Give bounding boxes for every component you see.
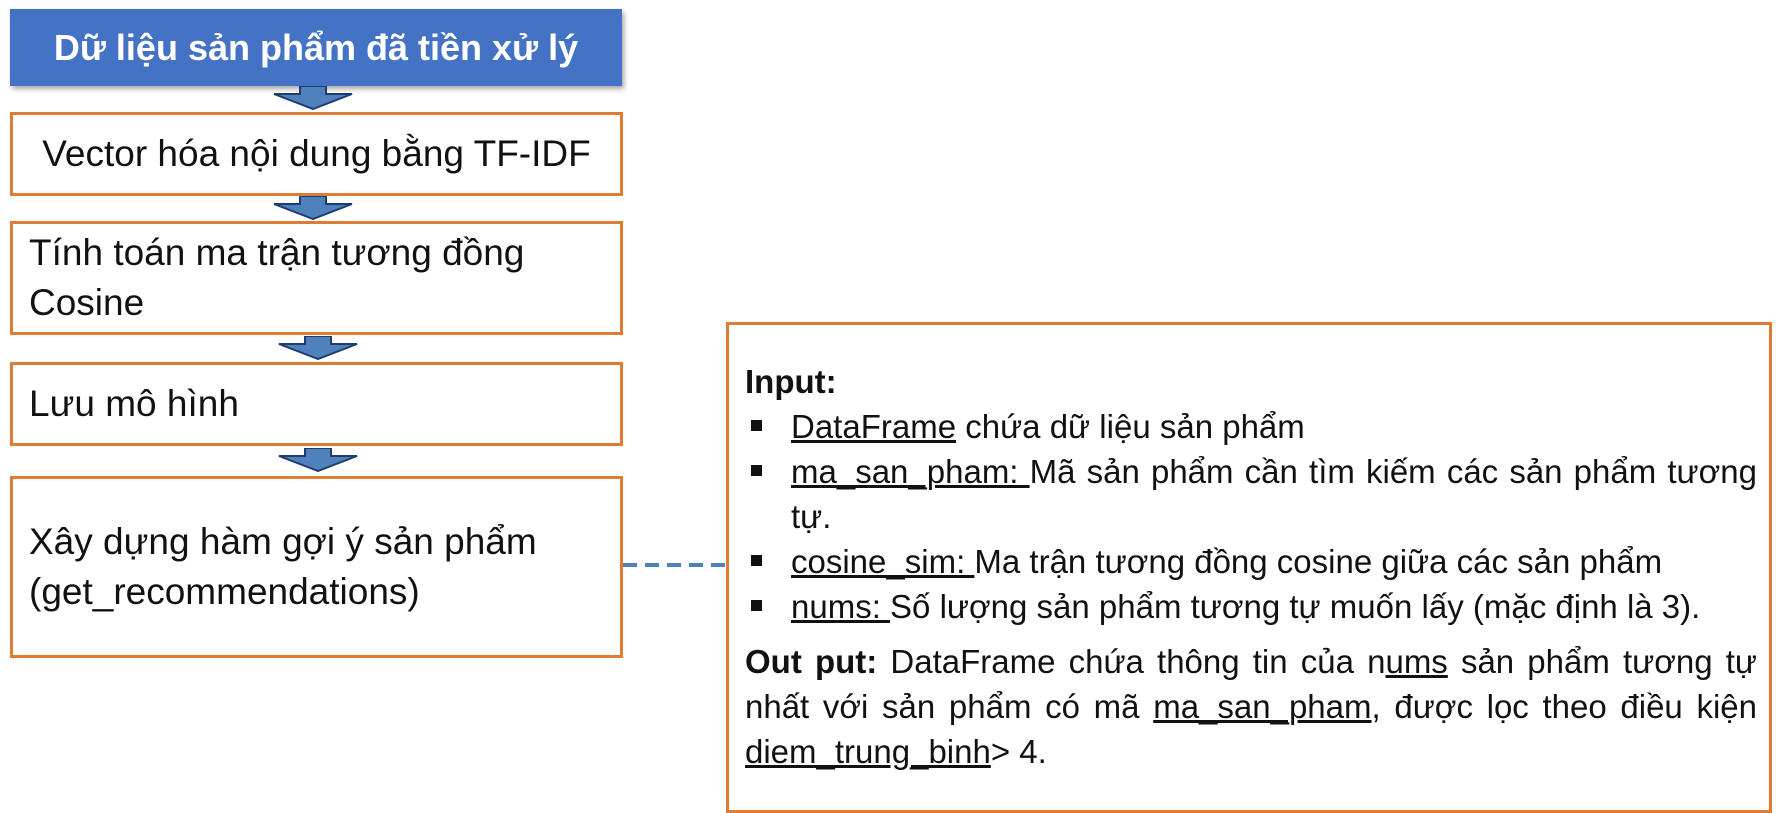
input-list: DataFrame chứa dữ liệu sản phẩm ma_san_p…	[745, 404, 1757, 629]
list-item: nums: Số lượng sản phẩm tương tự muốn lấ…	[745, 584, 1757, 629]
output-text: , được lọc theo điều kiện	[1371, 688, 1757, 725]
step-save-model: Lưu mô hình	[10, 362, 623, 446]
function-info-box: Input: DataFrame chứa dữ liệu sản phẩm m…	[726, 322, 1772, 813]
step-cosine-line2: Cosine	[29, 282, 145, 323]
bullet-square-icon	[751, 555, 762, 566]
output-code-term: ma_san_pham	[1153, 688, 1372, 725]
step-cosine-matrix: Tính toán ma trận tương đồng Cosine	[10, 221, 623, 335]
output-label: Out put:	[745, 643, 878, 680]
param-term: cosine_sim:	[791, 543, 975, 580]
param-term: ma_san_pham:	[791, 453, 1030, 490]
flow-header-label: Dữ liệu sản phẩm đã tiền xử lý	[53, 26, 579, 68]
bullet-square-icon	[751, 600, 762, 611]
step-recommend-line2: (get_recommendations)	[29, 571, 420, 612]
output-description: Out put: DataFrame chứa thông tin của nu…	[745, 639, 1757, 774]
step-cosine-line1: Tính toán ma trận tương đồng	[29, 232, 525, 273]
param-desc: Ma trận tương đồng cosine giữa các sản p…	[974, 543, 1663, 580]
bullet-square-icon	[751, 465, 762, 476]
output-nums-term: ums	[1385, 643, 1448, 680]
output-text: DataFrame chứa thông tin của n	[877, 643, 1386, 680]
list-item: DataFrame chứa dữ liệu sản phẩm	[745, 404, 1757, 449]
step-recommend-line1: Xây dựng hàm gợi ý sản phẩm	[29, 521, 537, 562]
bullet-square-icon	[751, 420, 762, 431]
step-vectorize: Vector hóa nội dung bằng TF-IDF	[10, 112, 623, 196]
dashed-connector	[623, 563, 727, 567]
down-arrow-icon	[278, 336, 358, 360]
output-field-term: diem_trung_binh	[745, 733, 991, 770]
input-title: Input:	[745, 363, 837, 400]
down-arrow-icon	[278, 448, 358, 472]
output-text: > 4.	[990, 733, 1047, 770]
step-save-model-label: Lưu mô hình	[29, 383, 239, 424]
down-arrow-icon	[273, 196, 353, 220]
param-term: nums:	[791, 588, 891, 625]
flow-header: Dữ liệu sản phẩm đã tiền xử lý	[10, 9, 622, 86]
param-desc: chứa dữ liệu sản phẩm	[956, 408, 1305, 445]
list-item: cosine_sim: Ma trận tương đồng cosine gi…	[745, 539, 1757, 584]
list-item: ma_san_pham: Mã sản phẩm cần tìm kiếm cá…	[745, 449, 1757, 539]
step-vectorize-label: Vector hóa nội dung bằng TF-IDF	[42, 133, 591, 174]
param-desc: Số lượng sản phẩm tương tự muốn lấy (mặc…	[890, 588, 1701, 625]
param-term: DataFrame	[791, 408, 957, 445]
down-arrow-icon	[273, 86, 353, 110]
step-recommend-function: Xây dựng hàm gợi ý sản phẩm (get_recomme…	[10, 476, 623, 658]
